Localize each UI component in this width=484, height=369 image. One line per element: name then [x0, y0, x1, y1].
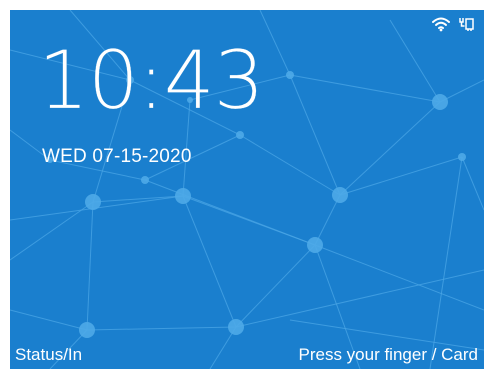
- status-bar: [432, 16, 474, 32]
- ethernet-icon: [459, 18, 474, 31]
- clock-time: 10:43: [38, 34, 265, 127]
- terminal-screen: 10:43 WED 07-15-2020 Status/In Press you…: [10, 10, 484, 369]
- clock-date: WED 07-15-2020: [42, 146, 192, 167]
- identify-prompt: Press your finger / Card: [298, 345, 478, 364]
- wifi-icon: [432, 17, 450, 32]
- status-in-label[interactable]: Status/In: [15, 345, 82, 365]
